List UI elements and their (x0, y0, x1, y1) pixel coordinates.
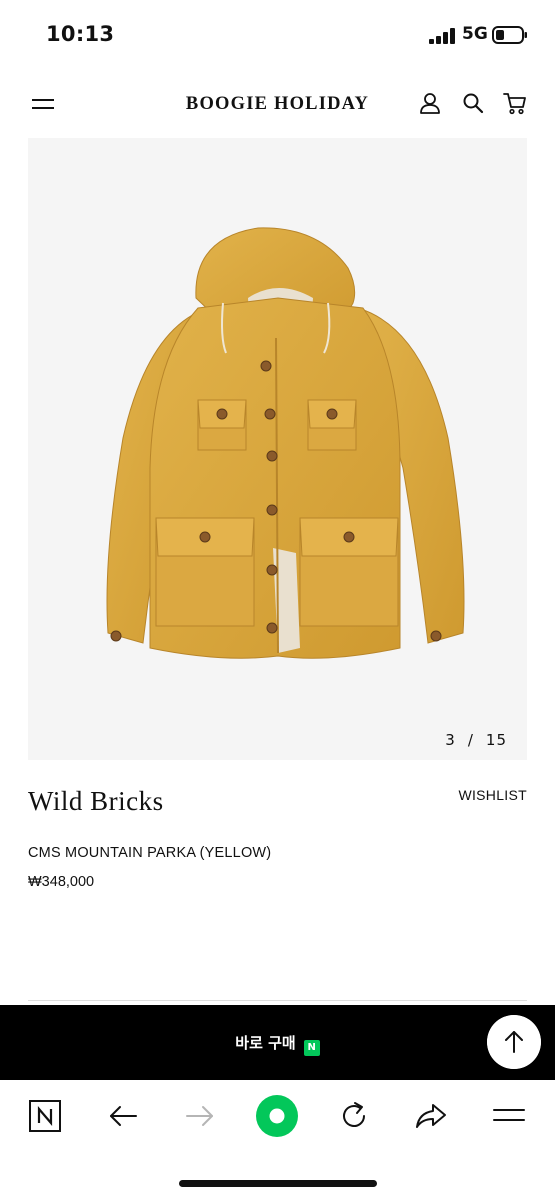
buy-now-button[interactable]: 바로 구매 N (0, 1032, 555, 1056)
status-bar: 10:13 5G (0, 0, 555, 70)
wishlist-button[interactable]: WISHLIST (458, 787, 527, 803)
product-brand[interactable]: Wild Bricks (28, 786, 164, 817)
product-image-gallery[interactable]: 3 / 15 (28, 138, 527, 760)
share-icon[interactable] (413, 1098, 449, 1134)
product-price: ₩348,000 (28, 874, 95, 890)
naver-logo-icon[interactable] (27, 1098, 63, 1134)
divider (28, 1000, 527, 1001)
signal-icon (429, 28, 455, 44)
image-counter-current: 3 (445, 731, 456, 749)
network-type: 5G (462, 24, 488, 44)
site-header: BOOGIE HOLIDAY (0, 70, 555, 138)
naver-pay-icon: N (303, 1040, 320, 1056)
user-icon[interactable] (417, 90, 443, 116)
buy-now-label: 바로 구매 (235, 1034, 296, 1052)
forward-icon[interactable] (182, 1098, 218, 1134)
product-name: CMS MOUNTAIN PARKA (YELLOW) (28, 845, 272, 861)
image-counter: 3 / 15 (445, 731, 507, 749)
battery-icon (492, 26, 527, 44)
status-time: 10:13 (46, 22, 115, 46)
browser-menu-icon[interactable] (491, 1098, 527, 1134)
back-icon[interactable] (105, 1098, 141, 1134)
product-photo-yellow-parka (106, 227, 465, 659)
home-icon[interactable] (255, 1094, 299, 1138)
refresh-icon[interactable] (336, 1098, 372, 1134)
image-counter-separator: / (467, 731, 474, 749)
buy-now-bar[interactable]: 바로 구매 N (0, 1005, 555, 1080)
image-counter-total: 15 (485, 731, 507, 749)
scroll-top-button[interactable] (487, 1015, 541, 1069)
home-indicator[interactable] (179, 1180, 377, 1187)
cart-icon[interactable] (502, 90, 528, 116)
search-icon[interactable] (460, 90, 486, 116)
